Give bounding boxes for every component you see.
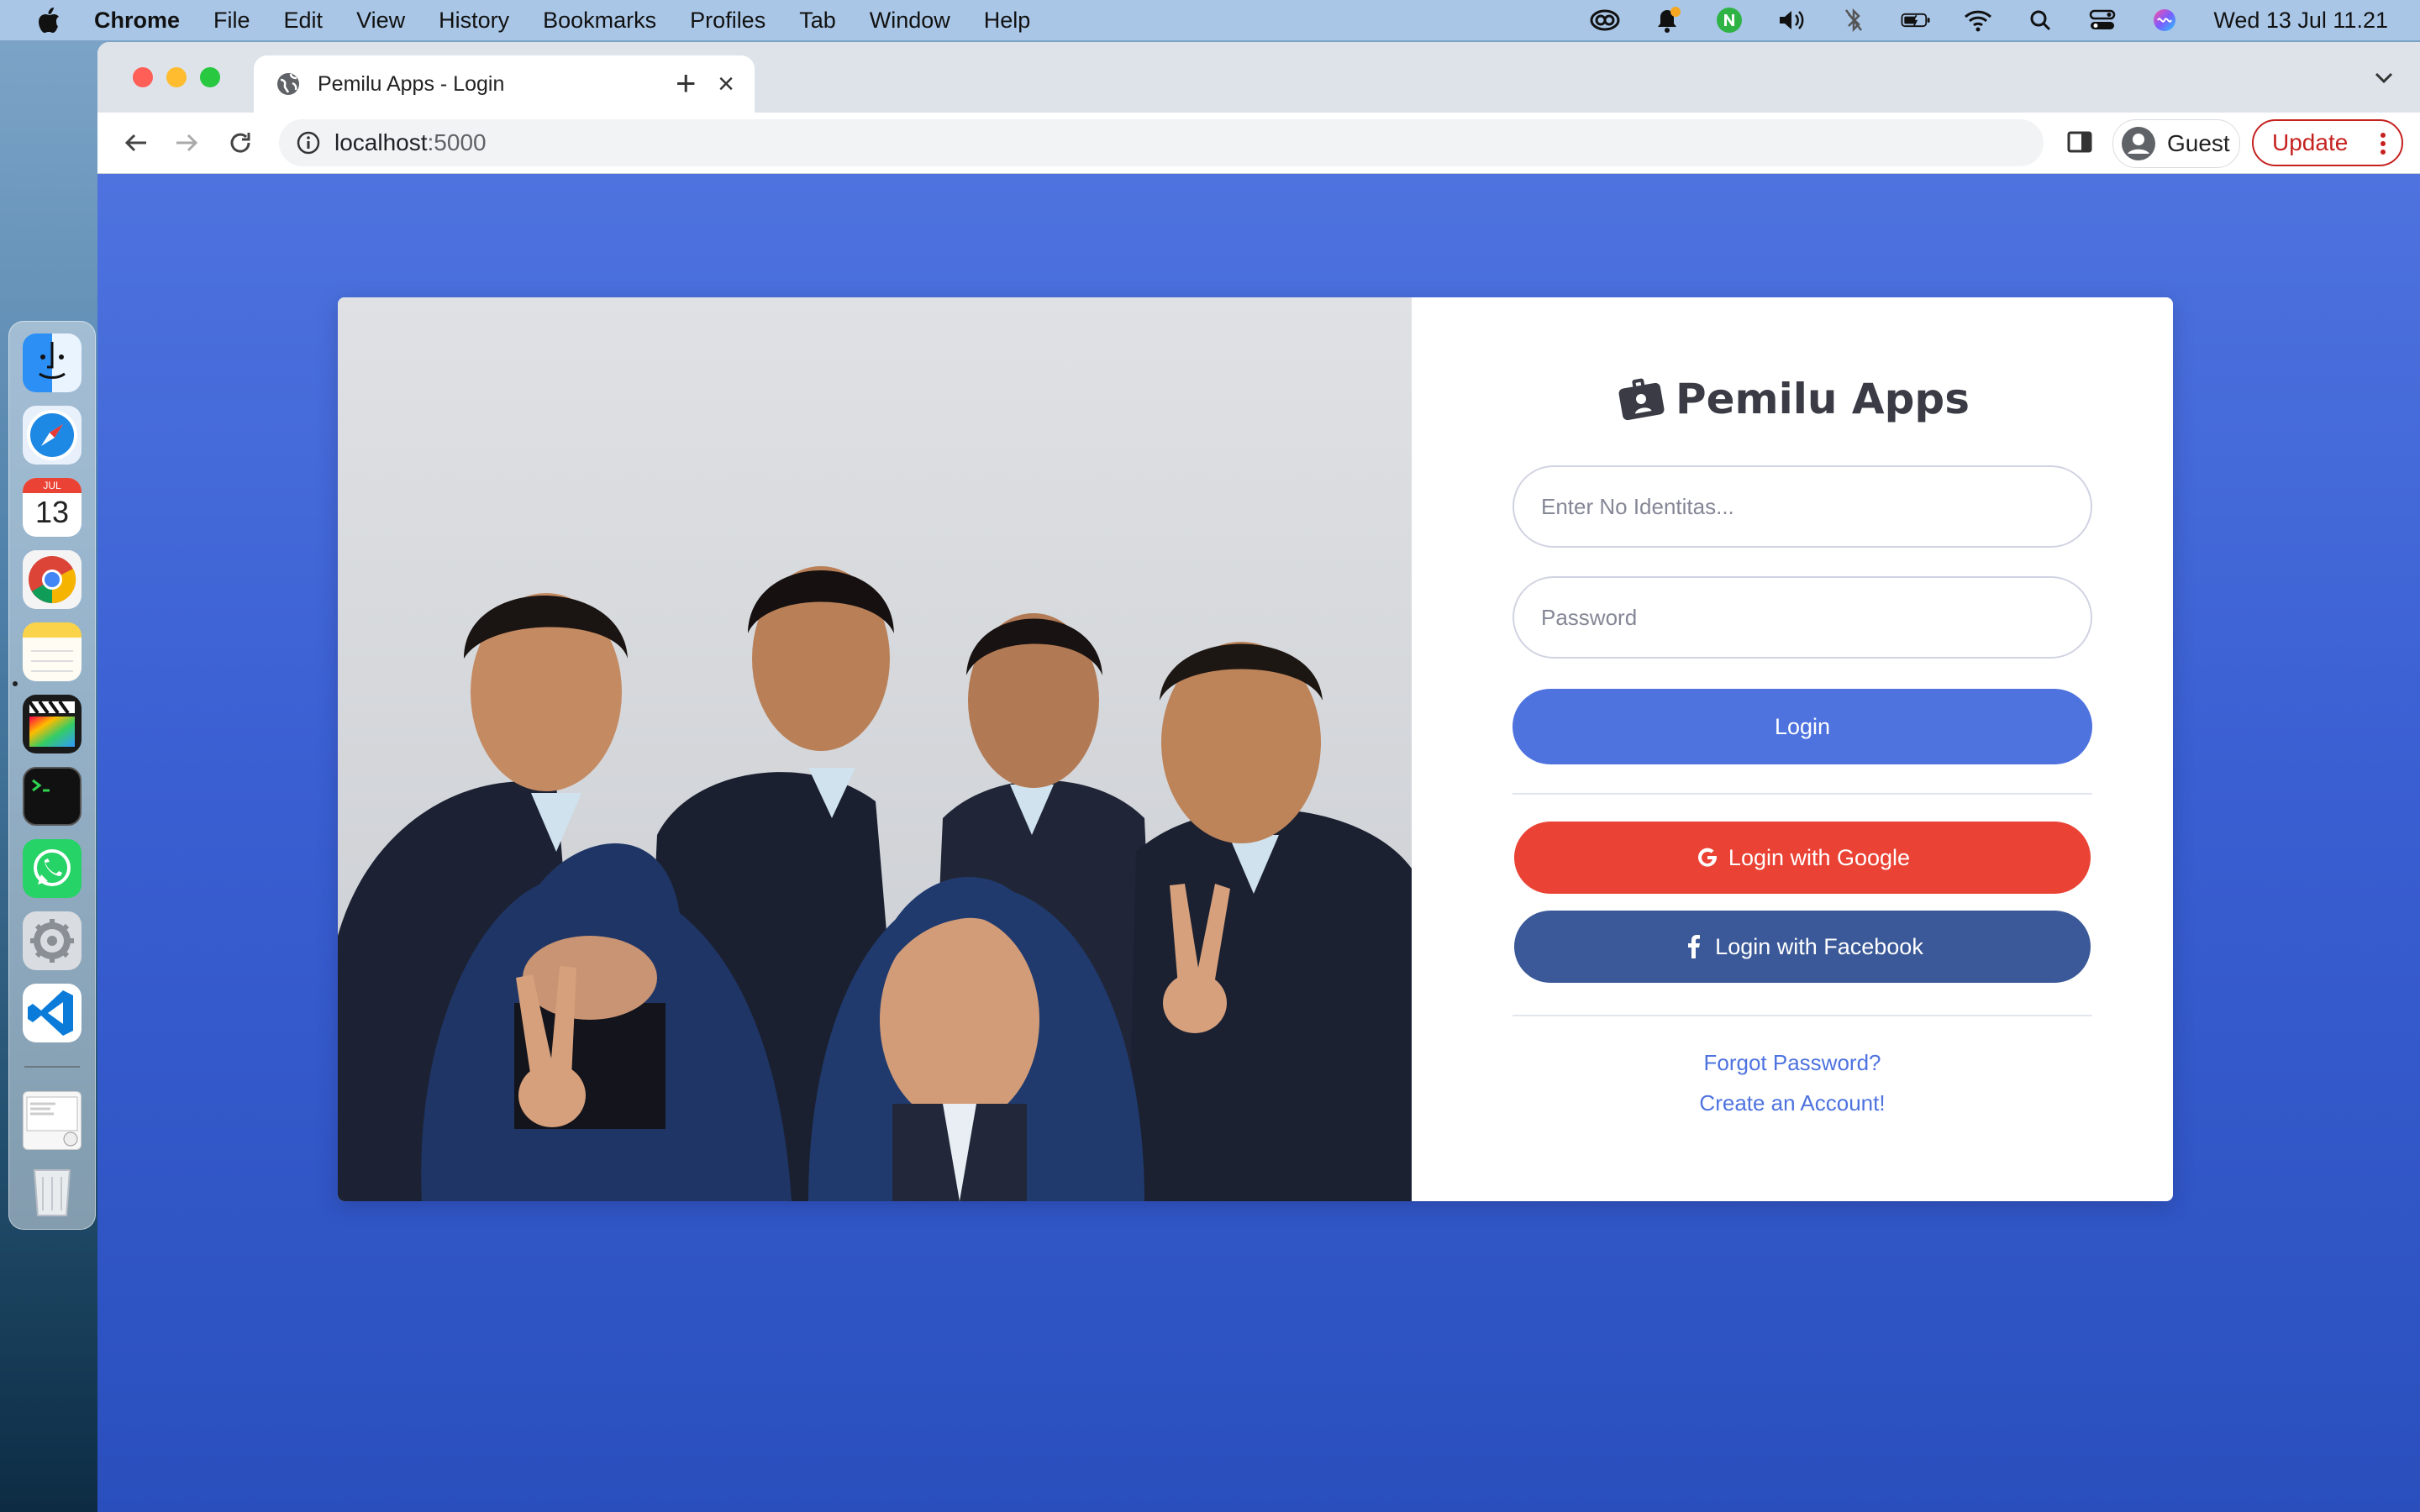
macos-menu-bar: Chrome File Edit View History Bookmarks … — [0, 0, 2420, 40]
dock-system-preferences-icon[interactable] — [23, 911, 82, 970]
window-minimize-button[interactable] — [166, 67, 187, 87]
dock-trash-icon[interactable] — [23, 1160, 82, 1219]
menu-bookmarks[interactable]: Bookmarks — [543, 8, 656, 34]
calendar-day-label: 13 — [34, 495, 70, 529]
brand-title: Pemilu Apps — [1676, 375, 1970, 423]
dock-calendar-icon[interactable]: JUL 13 — [23, 478, 82, 537]
browser-toolbar: localhost:5000 Guest Update — [97, 113, 2420, 174]
notification-bell-icon[interactable] — [1652, 7, 1682, 34]
dock-whatsapp-icon[interactable] — [23, 839, 82, 898]
macos-dock: JUL 13 — [8, 321, 96, 1230]
login-form-pane: Pemilu Apps Login Login with Google — [1412, 297, 2173, 1201]
chevron-down-icon[interactable] — [2371, 66, 2396, 91]
menu-edit[interactable]: Edit — [284, 8, 324, 34]
menubar-clock[interactable]: Wed 13 Jul 11.21 — [2213, 8, 2388, 34]
login-group-photo — [338, 297, 1412, 1201]
update-button[interactable]: Update — [2252, 119, 2403, 166]
bluetooth-off-icon[interactable] — [1839, 7, 1869, 34]
menu-tab[interactable]: Tab — [799, 8, 836, 34]
control-center-icon[interactable] — [2087, 7, 2118, 34]
dock-final-cut-icon[interactable] — [23, 695, 82, 753]
forgot-password-link[interactable]: Forgot Password? — [1412, 1050, 2173, 1076]
profile-avatar-icon — [2122, 127, 2155, 160]
address-bar[interactable]: localhost:5000 — [279, 119, 2044, 166]
divider — [1512, 1015, 2092, 1016]
facebook-icon — [1681, 934, 1707, 959]
dock-safari-icon[interactable] — [23, 406, 82, 465]
apple-logo-icon[interactable] — [37, 7, 60, 34]
menu-profiles[interactable]: Profiles — [690, 8, 765, 34]
password-input[interactable] — [1512, 576, 2092, 659]
id-badge-icon — [1618, 378, 1665, 421]
menu-help[interactable]: Help — [984, 8, 1031, 34]
volume-icon[interactable] — [1776, 7, 1807, 34]
profile-guest-button[interactable]: Guest — [2112, 119, 2240, 168]
dock-separator — [24, 1066, 80, 1068]
dock-chrome-icon[interactable] — [23, 550, 82, 609]
dock-vscode-icon[interactable] — [23, 984, 82, 1042]
page-viewport: Pemilu Apps Login Login with Google — [97, 174, 2420, 1512]
login-button[interactable]: Login — [1512, 689, 2092, 764]
url-port: :5000 — [427, 129, 487, 155]
back-arrow-icon[interactable] — [119, 126, 153, 160]
create-account-link[interactable]: Create an Account! — [1412, 1090, 2173, 1116]
dock-preview-window-icon[interactable] — [23, 1091, 82, 1150]
login-button-label: Login — [1774, 713, 1831, 739]
battery-icon[interactable] — [1901, 7, 1931, 34]
window-zoom-button[interactable] — [200, 67, 220, 87]
new-tab-button[interactable]: + — [676, 66, 697, 101]
facebook-login-label: Login with Facebook — [1715, 933, 1923, 959]
menu-window[interactable]: Window — [870, 8, 950, 34]
menu-app-name[interactable]: Chrome — [94, 8, 180, 34]
tab-title: Pemilu Apps - Login — [318, 71, 505, 96]
menu-history[interactable]: History — [439, 8, 509, 34]
menubar-status-area: Wed 13 Jul 11.21 — [1558, 0, 2388, 40]
window-close-button[interactable] — [133, 67, 153, 87]
globe-icon — [277, 73, 299, 95]
kebab-menu-icon[interactable] — [2380, 131, 2386, 156]
reload-icon[interactable] — [224, 126, 257, 160]
divider — [1512, 793, 2092, 795]
site-info-icon[interactable] — [296, 130, 321, 155]
tab-close-icon[interactable]: × — [718, 70, 734, 98]
tab-strip: Pemilu Apps - Login × + — [97, 42, 2420, 113]
siri-icon[interactable] — [2149, 7, 2180, 34]
spotlight-search-icon[interactable] — [2025, 7, 2055, 34]
dock-running-indicator — [13, 681, 18, 686]
menu-view[interactable]: View — [356, 8, 405, 34]
identity-number-input[interactable] — [1512, 465, 2092, 548]
google-login-button[interactable]: Login with Google — [1514, 822, 2091, 894]
creative-cloud-icon[interactable] — [1590, 7, 1620, 34]
dock-notes-icon[interactable] — [23, 622, 82, 681]
brand-header: Pemilu Apps — [1412, 375, 2173, 423]
calendar-month-label: JUL — [23, 478, 82, 493]
profile-label: Guest — [2167, 130, 2230, 156]
dock-terminal-icon[interactable] — [23, 767, 82, 826]
login-card: Pemilu Apps Login Login with Google — [338, 297, 2173, 1201]
forward-arrow-icon[interactable] — [170, 126, 203, 160]
dock-finder-icon[interactable] — [23, 333, 82, 392]
url-host: localhost — [334, 129, 428, 155]
google-login-label: Login with Google — [1728, 844, 1911, 870]
update-label: Update — [2272, 129, 2349, 155]
menu-file[interactable]: File — [213, 8, 250, 34]
wifi-icon[interactable] — [1963, 7, 1993, 34]
n-app-icon[interactable] — [1714, 7, 1744, 34]
side-panel-icon[interactable] — [2065, 128, 2094, 156]
google-icon — [1695, 845, 1720, 870]
facebook-login-button[interactable]: Login with Facebook — [1514, 911, 2091, 983]
chrome-window: Pemilu Apps - Login × + localhost:5000 G… — [97, 42, 2420, 1512]
